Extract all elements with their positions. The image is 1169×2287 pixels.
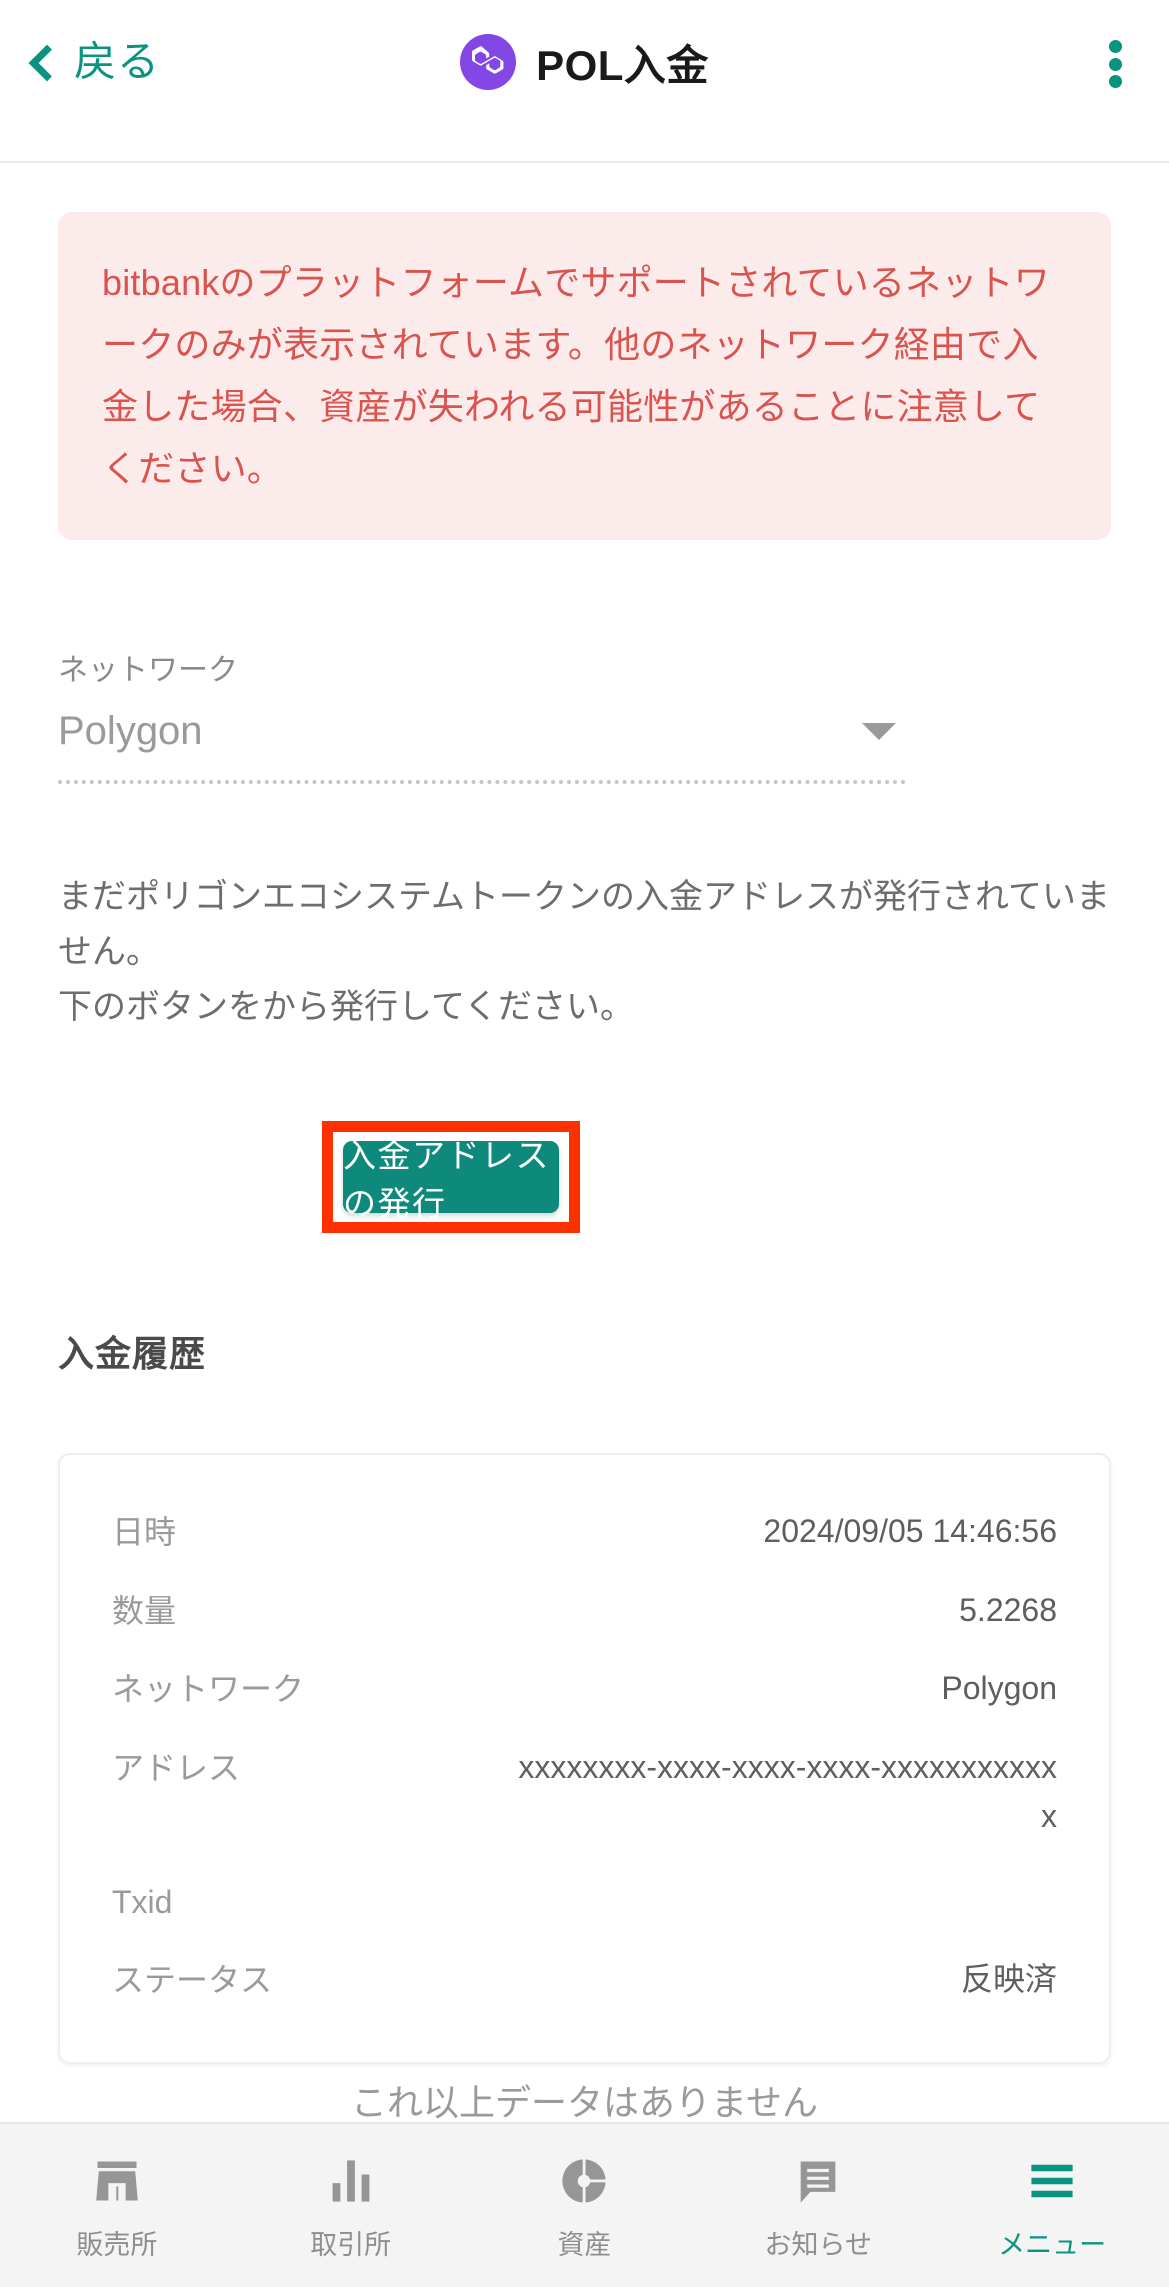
- polygon-icon: [460, 34, 517, 90]
- kebab-menu-icon[interactable]: [1097, 36, 1133, 92]
- header-title-group: POL入金: [0, 26, 1169, 98]
- history-key: ネットワーク: [112, 1671, 305, 1708]
- kebab-dot: [1108, 57, 1122, 71]
- no-address-message: まだポリゴンエコシステムトークンの入金アドレスが発行されていません。 下のボタン…: [58, 878, 1110, 1027]
- network-select-label: ネットワーク: [58, 654, 238, 687]
- history-value: Polygon: [941, 1670, 1057, 1707]
- nav-item-menu[interactable]: メニュー: [935, 2124, 1169, 2287]
- deposit-history-title: 入金履歴: [58, 1333, 207, 1374]
- history-value: xxxxxxxx-xxxx-xxxx-xxxx-xxxxxxxxxxxx: [518, 1748, 1057, 1834]
- network-warning-text: bitbankのプラットフォームでサポートされているネットワークのみが表示されて…: [102, 262, 1050, 489]
- nav-label: メニュー: [998, 2230, 1107, 2260]
- bottom-navigation: 販売所 取引所 資産 お知らせ メニュー: [0, 2122, 1169, 2287]
- kebab-dot: [1108, 40, 1122, 53]
- nav-item-assets[interactable]: 資産: [468, 2124, 702, 2287]
- nav-label: 資産: [557, 2230, 612, 2260]
- hamburger-menu-icon: [1031, 2164, 1073, 2198]
- speech-bubble-icon: [800, 2161, 836, 2203]
- history-value: 反映済: [960, 1961, 1057, 1998]
- nav-label: お知らせ: [764, 2230, 873, 2260]
- nav-item-sales[interactable]: 販売所: [0, 2124, 234, 2287]
- kebab-dot: [1108, 75, 1122, 88]
- no-more-data-text: これ以上データはありません: [351, 2082, 818, 2123]
- pie-chart-icon: [562, 2158, 608, 2204]
- history-value: 5.2268: [959, 1591, 1057, 1628]
- history-key: Txid: [112, 1884, 173, 1921]
- history-key: ステータス: [112, 1962, 273, 1999]
- bar-chart-icon: [332, 2160, 370, 2202]
- nav-label: 取引所: [310, 2230, 392, 2260]
- history-row-datetime: 日時 2024/09/05 14:46:56: [112, 1507, 1057, 1556]
- history-row-address: アドレス xxxxxxxx-xxxx-xxxx-xxxx-xxxxxxxxxxx…: [112, 1743, 1057, 1840]
- nav-label: 販売所: [76, 2230, 158, 2260]
- history-row-network: ネットワーク Polygon: [112, 1664, 1057, 1713]
- history-row-amount: 数量 5.2268: [112, 1586, 1057, 1635]
- history-row-status: ステータス 反映済: [112, 1955, 1057, 2004]
- app-header: 戻る POL入金: [0, 0, 1169, 163]
- network-select-block: ネットワーク Polygon: [58, 645, 906, 784]
- nav-item-exchange[interactable]: 取引所: [234, 2124, 468, 2287]
- store-icon: [96, 2161, 138, 2201]
- history-key: 日時: [112, 1514, 177, 1550]
- nav-item-notices[interactable]: お知らせ: [701, 2124, 935, 2287]
- history-key: アドレス: [112, 1749, 241, 1786]
- network-select-value: Polygon: [58, 709, 203, 753]
- history-key: 数量: [112, 1592, 177, 1629]
- deposit-history-card: 日時 2024/09/05 14:46:56 数量 5.2268 ネットワーク …: [58, 1453, 1111, 2064]
- network-warning-banner: bitbankのプラットフォームでサポートされているネットワークのみが表示されて…: [58, 212, 1111, 540]
- chevron-down-icon: [862, 723, 896, 740]
- history-row-txid: Txid: [112, 1884, 1057, 1921]
- network-select-dropdown[interactable]: Polygon: [58, 709, 906, 784]
- deposit-screen: 戻る POL入金 bitbankのプラットフォームでサポートされているネットワー…: [0, 0, 1169, 2287]
- issue-address-button[interactable]: 入金アドレスの発行: [343, 1137, 559, 1222]
- history-value: 2024/09/05 14:46:56: [763, 1513, 1057, 1549]
- page-title: POL入金: [536, 41, 709, 89]
